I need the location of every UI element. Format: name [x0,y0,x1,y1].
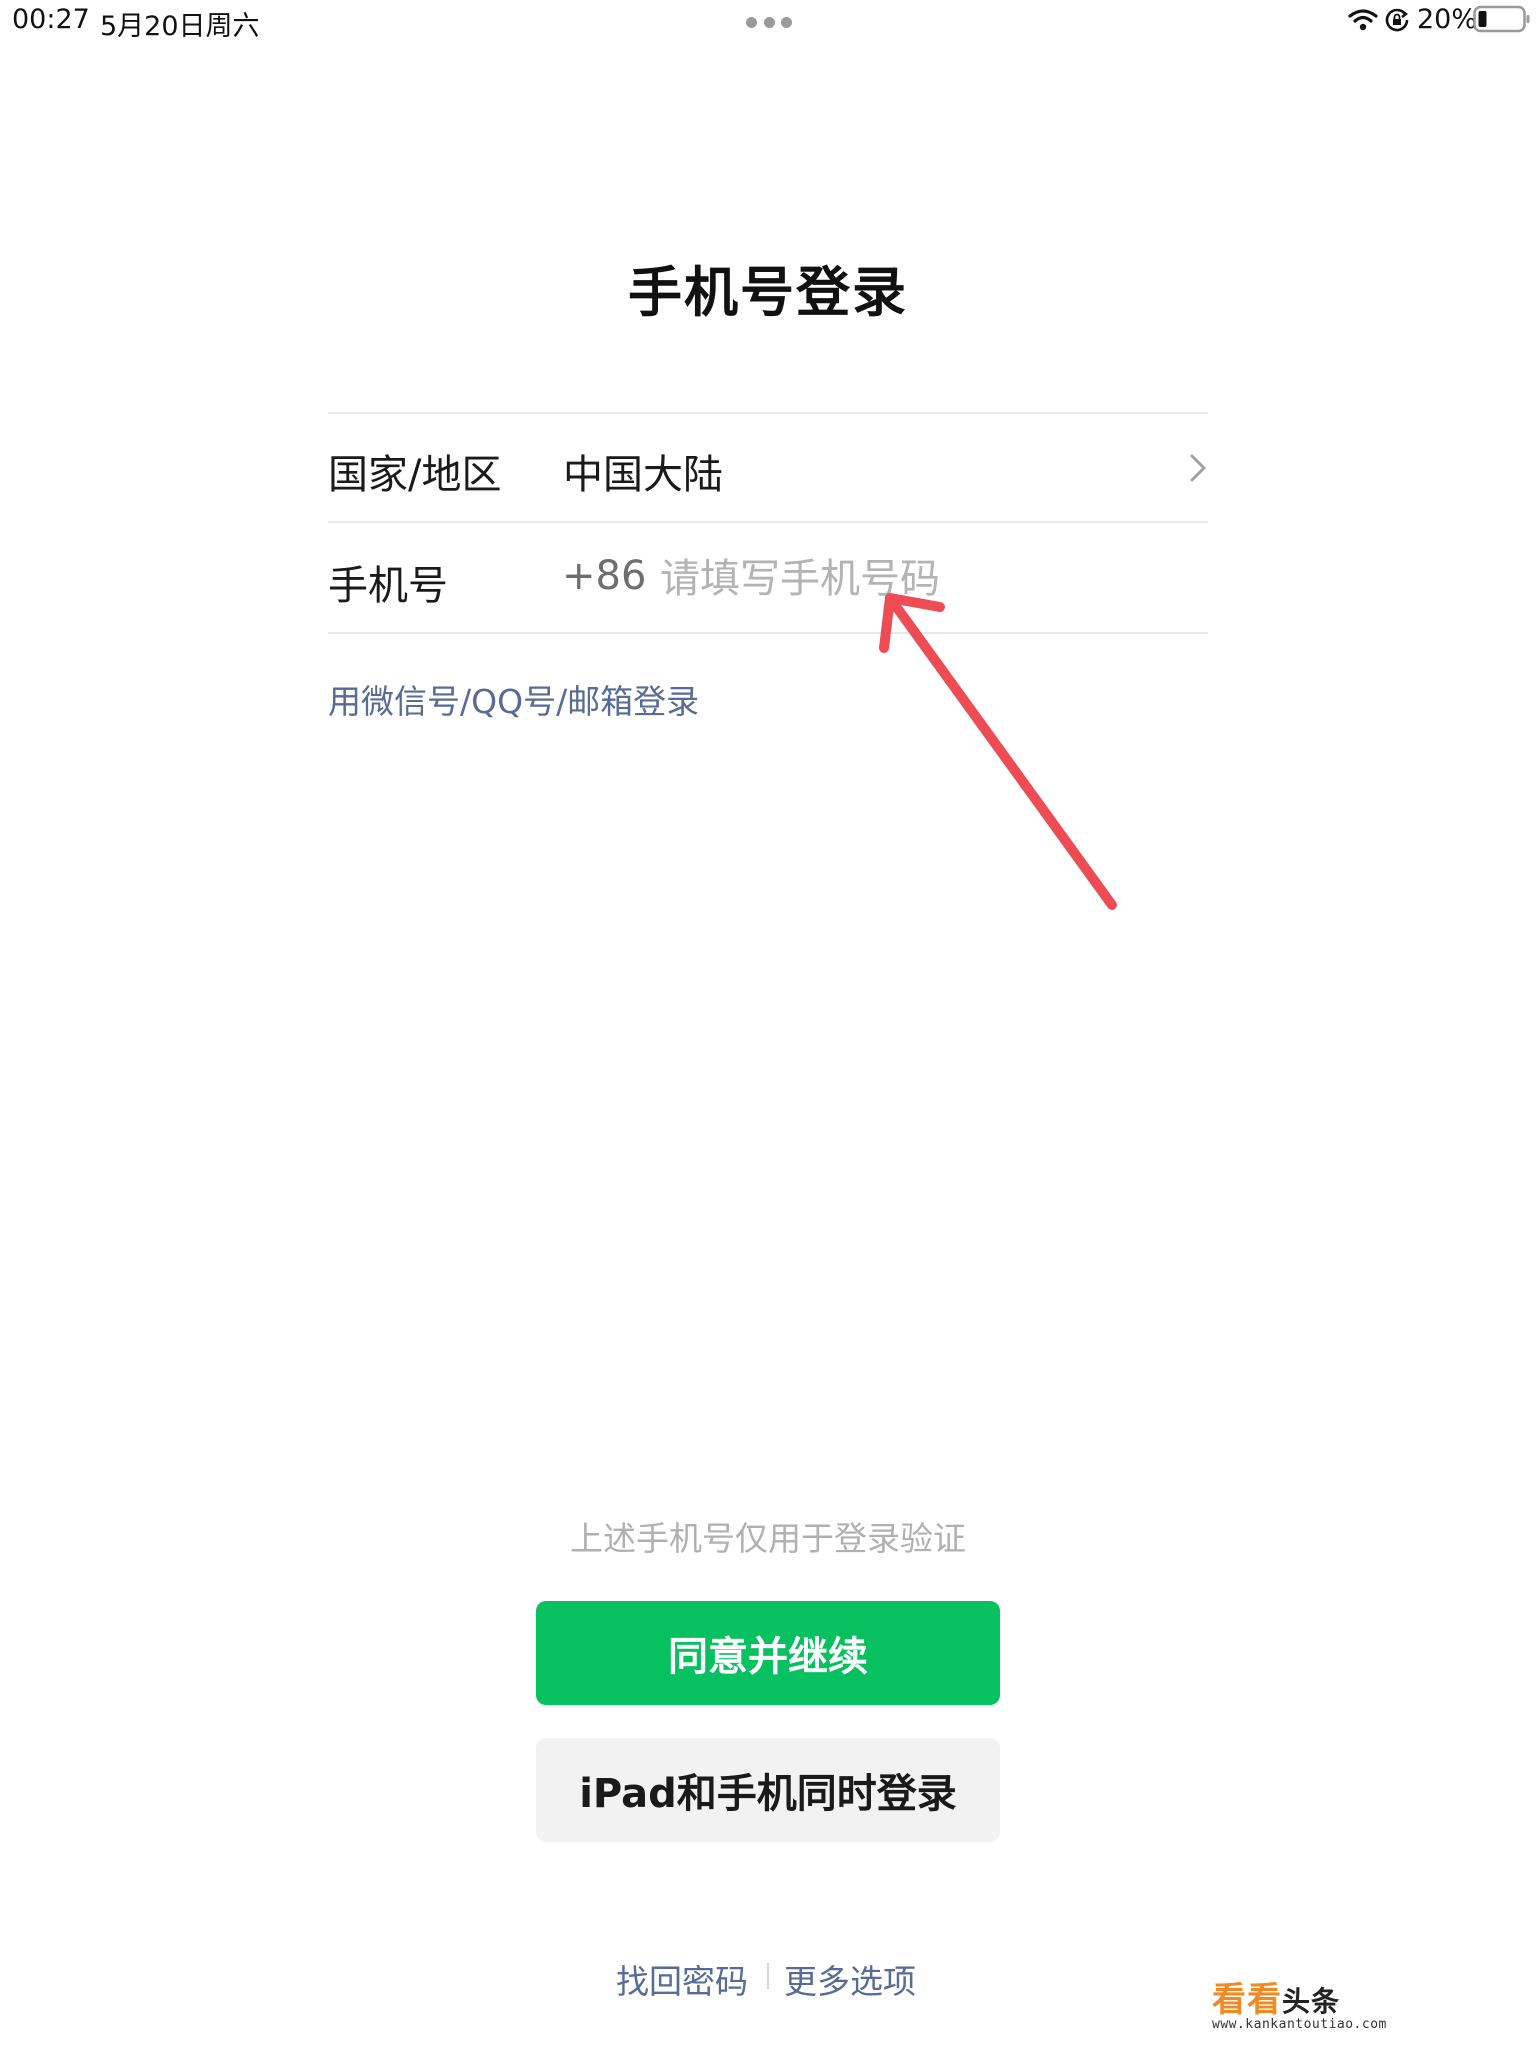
chevron-right-icon [1190,454,1206,482]
more-options-link[interactable]: 更多选项 [784,1955,916,2003]
battery-percentage: 20% [1417,4,1478,35]
watermark-logo: 看看头条 [1212,1980,1341,2020]
footer-separator [767,1963,769,1989]
status-time: 00:27 [12,4,90,35]
recover-password-link[interactable]: 找回密码 [616,1955,748,2003]
phone-label: 手机号 [328,563,448,609]
notice-text: 上述手机号仅用于登录验证 [570,1519,966,1558]
alt-login-link[interactable]: 用微信号/QQ号/邮箱登录 [328,675,699,723]
wifi-icon [1348,9,1378,31]
orientation-lock-icon [1385,8,1409,32]
agree-continue-button[interactable]: 同意并继续 [536,1601,1000,1705]
country-region-value: 中国大陆 [563,452,723,498]
country-region-label: 国家/地区 [328,452,502,498]
divider [328,521,1208,523]
country-code: +86 [562,553,647,599]
watermark: 看看头条 www.kankantoutiao.com [1212,1972,1412,2032]
watermark-url: www.kankantoutiao.com [1212,2017,1387,2032]
annotation-arrow [879,593,1117,910]
battery-icon [1473,5,1530,33]
ipad-phone-login-button[interactable]: iPad和手机同时登录 [536,1738,1000,1842]
more-dots-icon[interactable] [746,17,792,29]
status-date: 5月20日周六 [100,11,260,42]
page-title: 手机号登录 [628,261,908,324]
